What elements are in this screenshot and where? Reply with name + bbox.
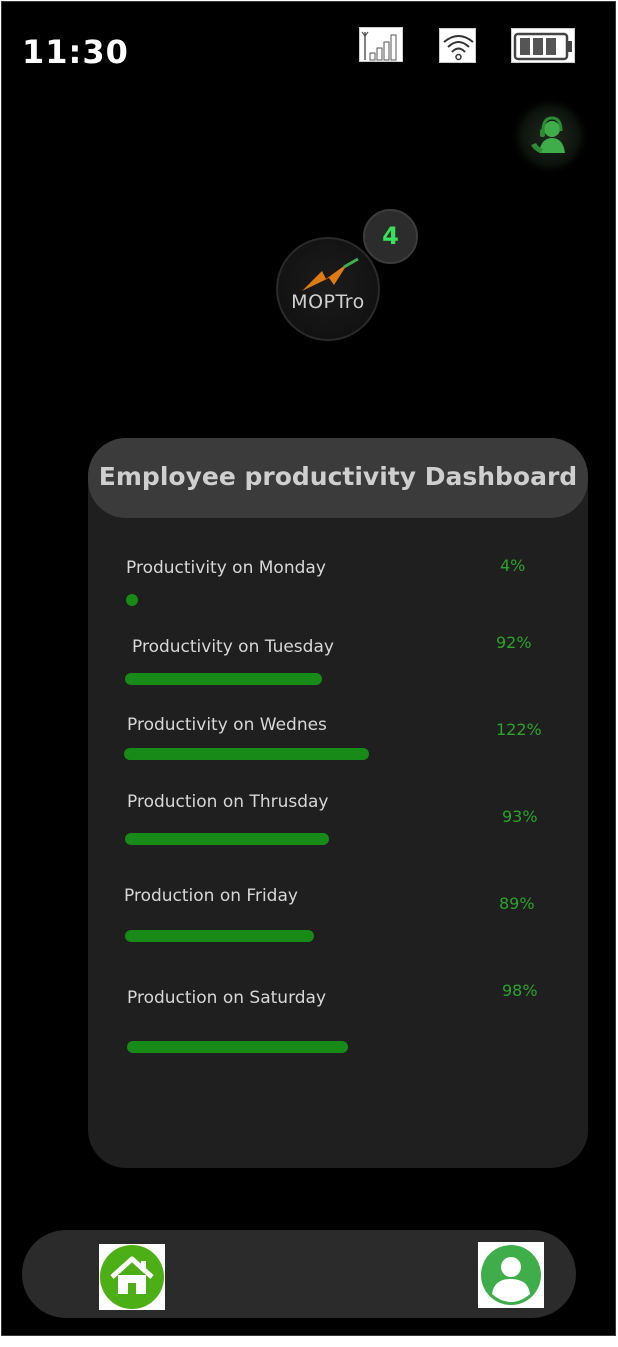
progress-bar-thursday [125, 833, 329, 845]
row-label-thursday: Production on Thrusday [127, 792, 329, 812]
profile-button[interactable] [478, 1242, 544, 1308]
row-percent-tuesday: 92% [496, 633, 532, 652]
status-time: 11:30 [22, 33, 129, 71]
progress-bar-saturday [127, 1041, 348, 1053]
signal-icon [359, 27, 403, 62]
app-logo: MOPTro [276, 237, 380, 341]
dashboard-title: Employee productivity Dashboard [98, 462, 578, 491]
row-label-tuesday: Productivity on Tuesday [132, 637, 334, 657]
productivity-dashboard-card: Employee productivity Dashboard Producti… [88, 438, 588, 1168]
logo-text: MOPTro [291, 291, 365, 313]
home-button[interactable] [99, 1244, 165, 1310]
progress-bar-friday [125, 930, 314, 942]
progress-track-wednesday [124, 748, 369, 760]
progress-bar-tuesday [125, 673, 322, 685]
app-screen: 11:30 MOPTro 4 Employee productivity Das… [1, 1, 616, 1336]
progress-track-saturday [127, 1041, 352, 1053]
row-percent-monday: 4% [500, 556, 526, 575]
row-percent-friday: 89% [499, 894, 535, 913]
progress-bar-wednesday [124, 748, 369, 760]
progress-track-thursday [125, 833, 344, 845]
row-percent-thursday: 93% [502, 807, 538, 826]
dashboard-header: Employee productivity Dashboard [88, 438, 588, 518]
row-label-saturday: Production on Saturday [127, 988, 327, 1008]
progress-track-monday [126, 594, 326, 606]
progress-track-tuesday [125, 673, 339, 685]
notification-badge[interactable]: 4 [363, 209, 418, 264]
home-icon [100, 1245, 164, 1309]
wifi-icon [439, 28, 476, 63]
row-label-friday: Production on Friday [124, 886, 298, 906]
row-percent-wednesday: 122% [496, 720, 542, 739]
battery-icon [511, 28, 575, 63]
row-label-wednesday: Productivity on Wednesday [127, 715, 326, 735]
progress-track-friday [125, 930, 337, 942]
customer-support-icon[interactable] [521, 107, 579, 165]
row-percent-saturday: 98% [502, 981, 538, 1000]
row-label-monday: Productivity on Monday [126, 558, 326, 578]
profile-icon [481, 1245, 541, 1305]
progress-bar-monday [126, 594, 138, 606]
